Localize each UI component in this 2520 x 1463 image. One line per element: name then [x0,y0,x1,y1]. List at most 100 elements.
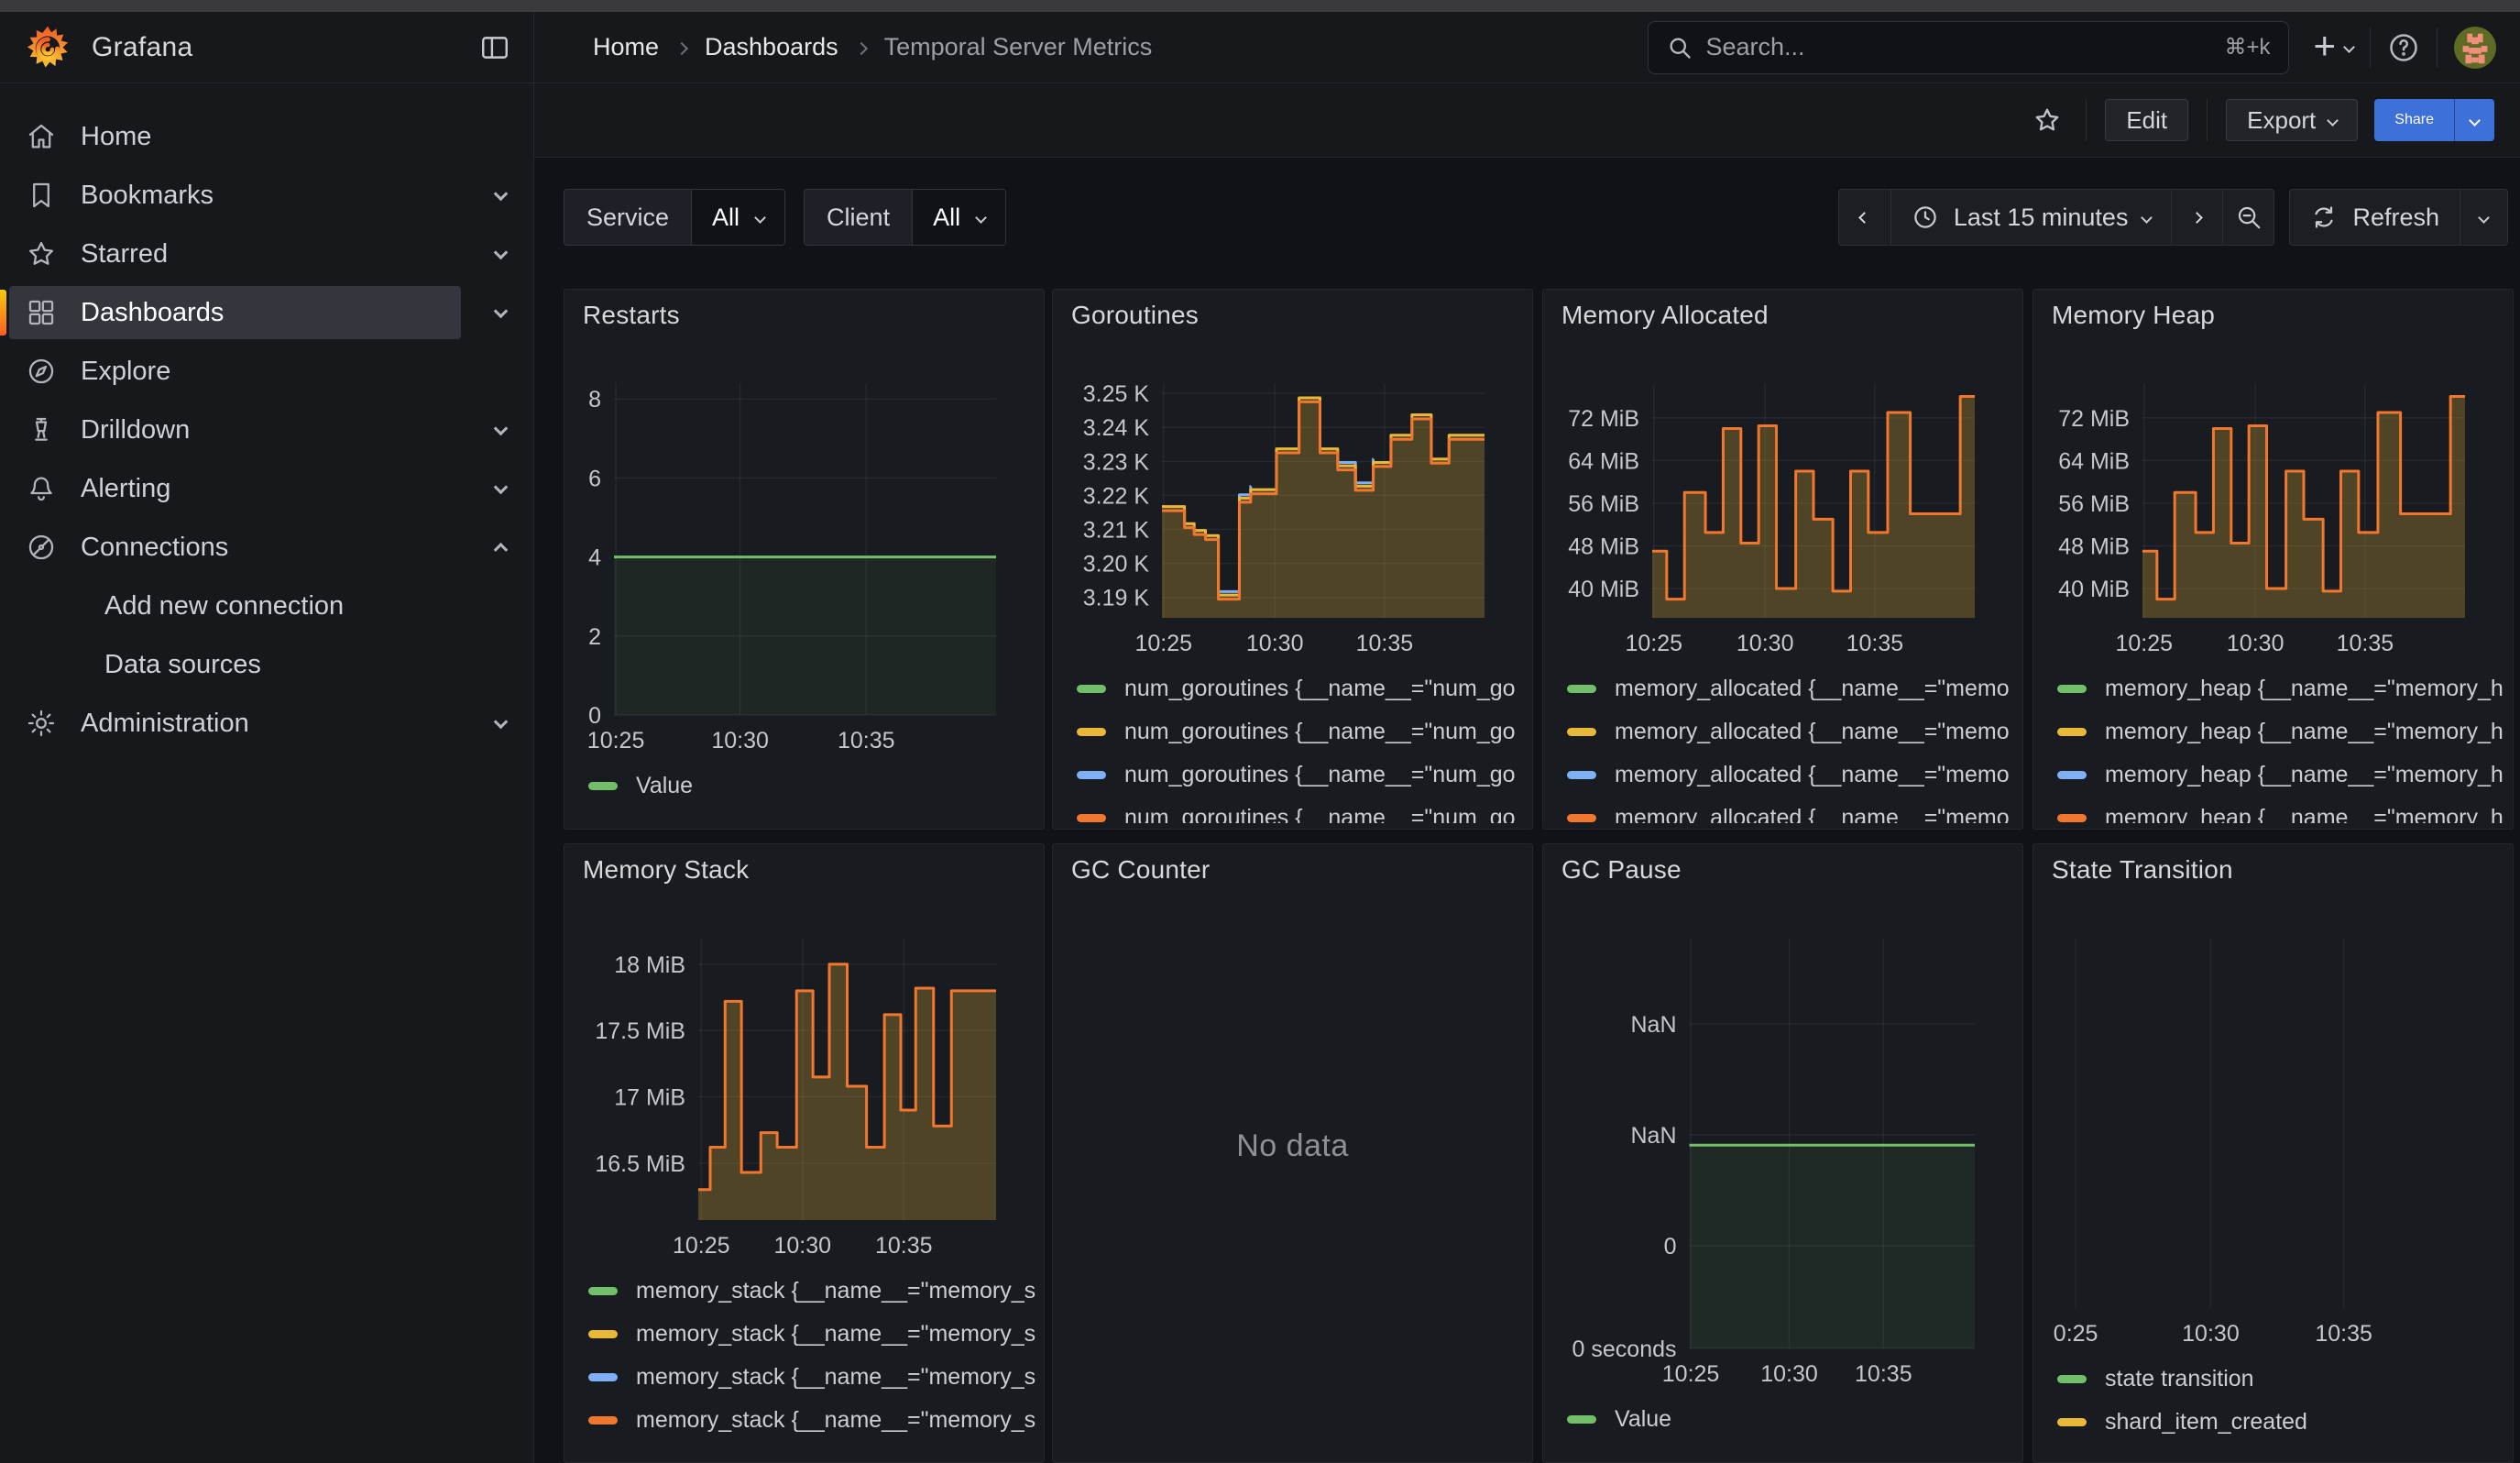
panel-legend: memory_allocated {__name__="memo memory_… [1567,667,2017,823]
legend-item[interactable]: num_goroutines {__name__="num_go [1077,797,1527,823]
legend-item[interactable]: shard_item_created [2057,1401,2507,1444]
svg-text:72 MiB: 72 MiB [1568,406,1639,432]
svg-text:3.20 K: 3.20 K [1083,552,1150,578]
time-range-picker[interactable]: Last 15 minutes [1890,190,2172,245]
legend-item[interactable]: Value [1567,1398,2017,1441]
panel-title[interactable]: Memory Stack [583,855,749,885]
panel-chart[interactable]: 16.5 MiB17 MiB17.5 MiB18 MiB10:2510:3010… [572,890,1036,1264]
panel-title[interactable]: Restarts [583,301,680,330]
legend-item[interactable]: memory_heap {__name__="memory_h [2057,667,2507,710]
time-back-button[interactable] [1839,190,1890,245]
help-button[interactable] [2387,31,2420,64]
breadcrumb-home[interactable]: Home [593,33,659,61]
clock-icon [1912,204,1939,231]
sidebar-item-starred[interactable]: Starred [0,225,533,283]
header-brand-section: Grafana [0,12,534,82]
zoom-out-button[interactable] [2222,190,2273,245]
sidebar-item-dashboards[interactable]: Dashboards [0,283,533,342]
legend-label: memory_heap {__name__="memory_h [2105,762,2504,788]
svg-text:40 MiB: 40 MiB [2058,577,2130,602]
refresh-button[interactable]: Refresh [2290,190,2460,245]
time-forward-button[interactable] [2171,190,2222,245]
filter-client[interactable]: Client All [804,189,1006,246]
legend-item[interactable]: memory_heap {__name__="memory_h [2057,710,2507,754]
legend-label: Value [1615,1406,1671,1433]
svg-text:10:30: 10:30 [773,1233,831,1259]
legend-item[interactable]: num_goroutines {__name__="num_go [1077,710,1527,754]
svg-text:10:25: 10:25 [2115,631,2173,656]
legend-item[interactable]: memory_stack {__name__="memory_s [588,1270,1038,1313]
legend-item[interactable]: memory_allocated {__name__="memo [1567,754,2017,797]
svg-text:17 MiB: 17 MiB [614,1085,685,1111]
sidebar-toggle-icon[interactable] [477,29,513,66]
legend-color-pill [588,1416,618,1424]
legend-item[interactable]: memory_stack {__name__="memory_s [588,1399,1038,1442]
user-avatar[interactable] [2454,27,2496,69]
share-button[interactable]: Share [2374,99,2454,141]
svg-text:4: 4 [588,545,601,571]
search-icon [1667,35,1693,60]
export-label: Export [2247,106,2316,135]
legend-color-pill [2057,814,2087,822]
svg-text:10:25: 10:25 [587,728,645,754]
panel-title[interactable]: Goroutines [1071,301,1199,330]
no-data-text: No data [1053,1128,1532,1164]
favorite-dashboard-button[interactable] [2027,100,2067,140]
sidebar-item-add-new-connection[interactable]: Add new connection [0,577,533,635]
edit-button[interactable]: Edit [2105,99,2188,141]
search-input[interactable] [1705,33,2224,61]
legend-item[interactable]: memory_heap {__name__="memory_h [2057,797,2507,823]
svg-text:3.25 K: 3.25 K [1083,381,1150,407]
panel-title[interactable]: GC Counter [1071,855,1210,885]
sidebar-item-connections[interactable]: Connections [0,518,533,577]
filter-value-dropdown[interactable]: All [912,190,1005,245]
legend-color-pill [1077,685,1106,693]
legend-item[interactable]: memory_allocated {__name__="memo [1567,710,2017,754]
add-new-button[interactable]: + [2313,30,2353,65]
sidebar-item-data-sources[interactable]: Data sources [0,635,533,694]
refresh-label: Refresh [2352,204,2439,232]
filter-value-dropdown[interactable]: All [691,190,784,245]
svg-text:10:35: 10:35 [2315,1321,2372,1347]
panel-chart[interactable]: 0:2510:3010:35 [2041,890,2505,1352]
legend-label: memory_allocated {__name__="memo [1615,676,2010,702]
legend-item[interactable]: memory_heap {__name__="memory_h [2057,754,2507,797]
legend-item[interactable]: num_goroutines {__name__="num_go [1077,754,1527,797]
panel-title[interactable]: Memory Allocated [1561,301,1769,330]
svg-text:NaN: NaN [1630,1012,1676,1038]
panel-title[interactable]: Memory Heap [2052,301,2215,330]
breadcrumb-dashboards[interactable]: Dashboards [705,33,838,61]
legend-color-pill [1567,685,1596,693]
panel-title[interactable]: State Transition [2052,855,2233,885]
legend-item[interactable]: memory_stack {__name__="memory_s [588,1313,1038,1356]
panel-title[interactable]: GC Pause [1561,855,1682,885]
dashboard-toolbar: Edit Export Share [534,83,2520,158]
sidebar-item-alerting[interactable]: Alerting [0,459,533,518]
sidebar-item-administration[interactable]: Administration [0,694,533,753]
refresh-interval-button[interactable] [2460,190,2507,245]
legend-item[interactable]: memory_allocated {__name__="memo [1567,667,2017,710]
export-button[interactable]: Export [2226,99,2358,141]
search-input-box[interactable]: ⌘+k [1648,21,2289,74]
panel-chart[interactable]: 0 seconds0NaNNaN10:2510:3010:35 [1550,890,2015,1392]
variable-filters: Service All Client All [564,189,1024,246]
share-menu-button[interactable] [2454,99,2494,141]
legend-item[interactable]: state transition [2057,1358,2507,1401]
svg-text:10:25: 10:25 [1625,631,1682,656]
legend-item[interactable]: num_goroutines {__name__="num_go [1077,667,1527,710]
chevron-down-icon [496,246,506,262]
legend-item[interactable]: memory_stack {__name__="memory_s [588,1356,1038,1399]
sidebar-item-drilldown[interactable]: Drilldown [0,401,533,459]
panel-chart[interactable]: 40 MiB48 MiB56 MiB64 MiB72 MiB10:2510:30… [1550,336,2015,662]
filter-service[interactable]: Service All [564,189,785,246]
sidebar-item-bookmarks[interactable]: Bookmarks [0,166,533,225]
legend-item[interactable]: memory_allocated {__name__="memo [1567,797,2017,823]
compass-icon [26,356,57,387]
sidebar-item-home[interactable]: Home [0,107,533,166]
panel-chart[interactable]: 0246810:2510:3010:35 [572,336,1036,759]
panel-chart[interactable]: 3.19 K3.20 K3.21 K3.22 K3.23 K3.24 K3.25… [1060,336,1525,662]
svg-text:10:35: 10:35 [875,1233,933,1259]
panel-chart[interactable]: 40 MiB48 MiB56 MiB64 MiB72 MiB10:2510:30… [2041,336,2505,662]
legend-item[interactable]: Value [588,764,1038,808]
sidebar-item-explore[interactable]: Explore [0,342,533,401]
